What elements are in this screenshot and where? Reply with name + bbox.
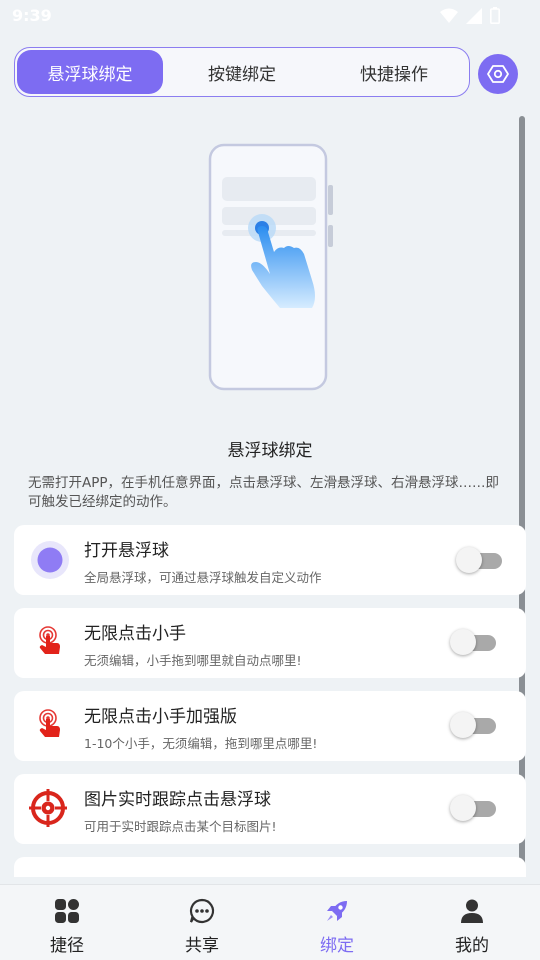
card-subtitle: 可用于实时跟踪点击某个目标图片! [84, 819, 277, 834]
card-subtitle: 全局悬浮球，可通过悬浮球触发自定义动作 [84, 570, 322, 585]
card-title: 图片实时跟踪点击悬浮球 [84, 790, 271, 810]
person-icon [461, 899, 483, 923]
toggle-switch[interactable] [456, 547, 504, 573]
toggle-switch[interactable] [450, 629, 498, 655]
floating-ball-icon [30, 540, 70, 580]
card-subtitle: 1-10个小手，无须编辑，拖到哪里点哪里! [84, 736, 318, 751]
nav-label: 绑定 [320, 936, 354, 956]
binding-tabs: 悬浮球绑定 按键绑定 快捷操作 [14, 47, 470, 97]
card-open-floating-ball[interactable]: 打开悬浮球 全局悬浮球，可通过悬浮球触发自定义动作 [14, 525, 526, 595]
status-icons [440, 7, 500, 24]
chat-bubble-icon [189, 898, 215, 924]
grid-icon [55, 899, 79, 923]
battery-icon [490, 7, 500, 24]
section-description: 无需打开APP，在手机任意界面，点击悬浮球、左滑悬浮球、右滑悬浮球……即可触发已… [28, 475, 500, 510]
card-title: 无限点击小手 [84, 624, 186, 644]
nav-label: 共享 [185, 936, 219, 956]
status-time: 9:39 [12, 6, 52, 25]
tapping-hand-plus-icon [30, 706, 70, 746]
nav-item-share[interactable]: 共享 [152, 885, 252, 960]
phone-illustration-icon [208, 143, 333, 391]
phone-tap-illustration [200, 140, 340, 400]
tab-floating-ball-binding[interactable]: 悬浮球绑定 [17, 50, 163, 94]
tab-key-binding[interactable]: 按键绑定 [167, 50, 317, 94]
status-bar: 9:39 [0, 0, 540, 32]
nav-label: 我的 [455, 936, 489, 956]
target-crosshair-icon [28, 788, 68, 828]
tab-quick-actions[interactable]: 快捷操作 [321, 50, 467, 94]
card-subtitle: 无须编辑，小手拖到哪里就自动点哪里! [84, 653, 302, 668]
settings-button[interactable] [478, 54, 518, 94]
wifi-icon [440, 8, 458, 23]
toggle-switch[interactable] [450, 712, 498, 738]
card-infinite-tap-hand[interactable]: 无限点击小手 无须编辑，小手拖到哪里就自动点哪里! [14, 608, 526, 678]
rocket-icon [327, 901, 347, 921]
tapping-hand-icon [30, 623, 70, 663]
nav-item-binding[interactable]: 绑定 [287, 885, 387, 960]
signal-icon [466, 7, 482, 24]
section-title: 悬浮球绑定 [227, 441, 313, 461]
card-title: 打开悬浮球 [84, 541, 169, 561]
nav-item-shortcuts[interactable]: 捷径 [17, 885, 117, 960]
bottom-navigation: 捷径 共享 绑定 我的 [0, 884, 540, 960]
card-infinite-tap-hand-plus[interactable]: 无限点击小手加强版 1-10个小手，无须编辑，拖到哪里点哪里! [14, 691, 526, 761]
card-image-tracking-ball[interactable]: 图片实时跟踪点击悬浮球 可用于实时跟踪点击某个目标图片! [14, 774, 526, 844]
card-title: 无限点击小手加强版 [84, 707, 237, 727]
card-partial[interactable] [14, 857, 526, 877]
hexagon-settings-icon [487, 65, 509, 83]
toggle-switch[interactable] [450, 795, 498, 821]
nav-label: 捷径 [50, 936, 84, 956]
nav-item-profile[interactable]: 我的 [422, 885, 522, 960]
